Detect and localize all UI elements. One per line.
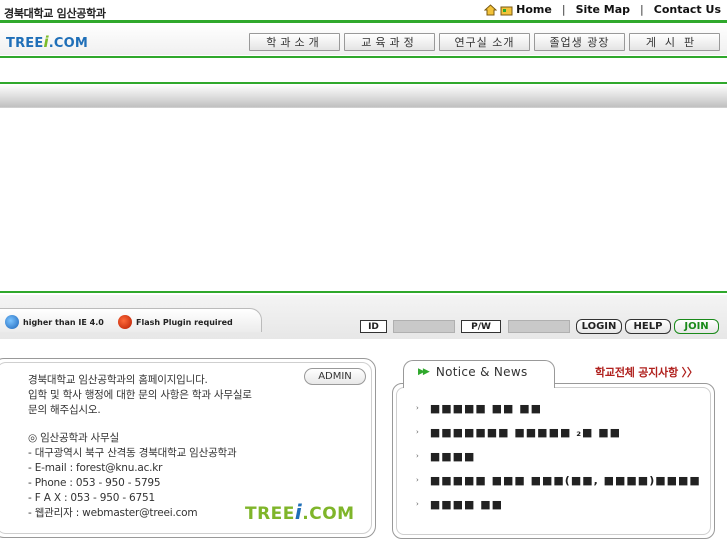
flash-requirement: Flash Plugin required (118, 315, 233, 329)
notice-list: › ■■■■■ ■■ ■■ › ■■■■■■■ ■■■■■ ₂■ ■■ › ■■■■ … (416, 396, 701, 516)
bullet-icon: › (416, 476, 420, 484)
logo-suffix: .COM (302, 504, 355, 524)
list-item[interactable]: › ■■■■■■■ ■■■■■ ₂■ ■■ (416, 420, 701, 444)
id-input[interactable] (393, 320, 455, 333)
logo-prefix: TREE (6, 36, 44, 51)
office-address: - 대구광역시 북구 산격동 경북대학교 임산공학과 (28, 447, 237, 459)
bullet-icon: › (416, 428, 420, 436)
help-button[interactable]: HELP (625, 319, 671, 334)
header-band (0, 82, 727, 108)
nav-divider (0, 56, 727, 58)
pw-label: P/W (461, 320, 501, 333)
notice-title-text: Notice & News (435, 365, 528, 379)
bullet-icon: › (416, 404, 420, 412)
admin-button[interactable]: ADMIN (304, 368, 366, 385)
bullet-icon: › (416, 500, 420, 508)
top-link-separator: | (640, 3, 644, 16)
double-arrow-icon: ▶▶ (418, 367, 430, 377)
folder-icon (500, 6, 513, 15)
list-item[interactable]: › ■■■■■ ■■■ ■■■(■■, ■■■■)■■■■ (416, 468, 701, 492)
nav-department-intro[interactable]: 학과소개 (249, 33, 340, 51)
office-webmaster: - 웹관리자 : webmaster@treei.com (28, 507, 198, 519)
id-label: ID (360, 320, 387, 333)
office-fax: - F A X : 053 - 950 - 6751 (28, 492, 155, 504)
footer-logo: TREEi.COM (245, 500, 355, 524)
logo-prefix: TREE (245, 504, 295, 524)
home-icon[interactable] (484, 3, 498, 16)
logo-nav-row: TREEi.COM 학과소개 교육과정 연구실 소개 졸업생 광장 게시판 (0, 23, 727, 55)
login-form: ID P/W LOGIN HELP JOIN (360, 319, 719, 334)
all-notices-link[interactable]: 학교전체 공지사항 〉〉 (595, 364, 698, 380)
login-button[interactable]: LOGIN (576, 319, 622, 334)
office-phone: - Phone : 053 - 950 - 5795 (28, 477, 161, 489)
notice-title[interactable]: ▶▶ Notice & News (418, 365, 528, 379)
university-name: 경북대학교 임산공학과 (4, 7, 106, 20)
welcome-line: 입학 및 학사 행정에 대한 문의 사항은 학과 사무실로 (28, 389, 252, 401)
flash-requirement-text: Flash Plugin required (136, 317, 233, 327)
ie-requirement-text: higher than IE 4.0 (23, 317, 104, 327)
main-nav: 학과소개 교육과정 연구실 소개 졸업생 광장 게시판 (249, 33, 724, 51)
contact-us-link[interactable]: Contact Us (654, 3, 721, 16)
join-button[interactable]: JOIN (674, 319, 719, 334)
office-title: ◎ 임산공학과 사무실 (28, 432, 119, 444)
welcome-line: 경북대학교 임산공학과의 홈페이지입니다. (28, 374, 208, 386)
nav-alumni[interactable]: 졸업생 광장 (534, 33, 625, 51)
top-bar: 경북대학교 임산공학과 Home | Site Map | Contact Us (0, 0, 727, 22)
top-links: Home | Site Map | Contact Us (484, 3, 721, 16)
band-divider (0, 107, 727, 108)
ie-requirement: higher than IE 4.0 (5, 315, 104, 329)
list-item[interactable]: › ■■■■ (416, 444, 701, 468)
requirements-tab: higher than IE 4.0 Flash Plugin required (0, 308, 262, 332)
nav-lab-intro[interactable]: 연구실 소개 (439, 33, 530, 51)
welcome-line: 문의 해주십시오. (28, 404, 101, 416)
office-email: - E-mail : forest@knu.ac.kr (28, 462, 163, 474)
strip-divider (0, 291, 727, 293)
list-item[interactable]: › ■■■■ ■■ (416, 492, 701, 516)
top-link-separator: | (561, 3, 566, 16)
nav-curriculum[interactable]: 교육과정 (344, 33, 435, 51)
home-link[interactable]: Home (516, 3, 552, 16)
logo-suffix: .COM (48, 36, 89, 51)
site-map-link[interactable]: Site Map (576, 3, 630, 16)
department-info-text: 경북대학교 임산공학과의 홈페이지입니다. 입학 및 학사 행정에 대한 문의 … (28, 373, 252, 521)
pw-input[interactable] (508, 320, 570, 333)
ie-icon (5, 315, 19, 329)
flash-icon (118, 315, 132, 329)
bullet-icon: › (416, 452, 420, 460)
site-logo[interactable]: TREEi.COM (6, 33, 88, 51)
list-item[interactable]: › ■■■■■ ■■ ■■ (416, 396, 701, 420)
nav-board[interactable]: 게시판 (629, 33, 720, 51)
